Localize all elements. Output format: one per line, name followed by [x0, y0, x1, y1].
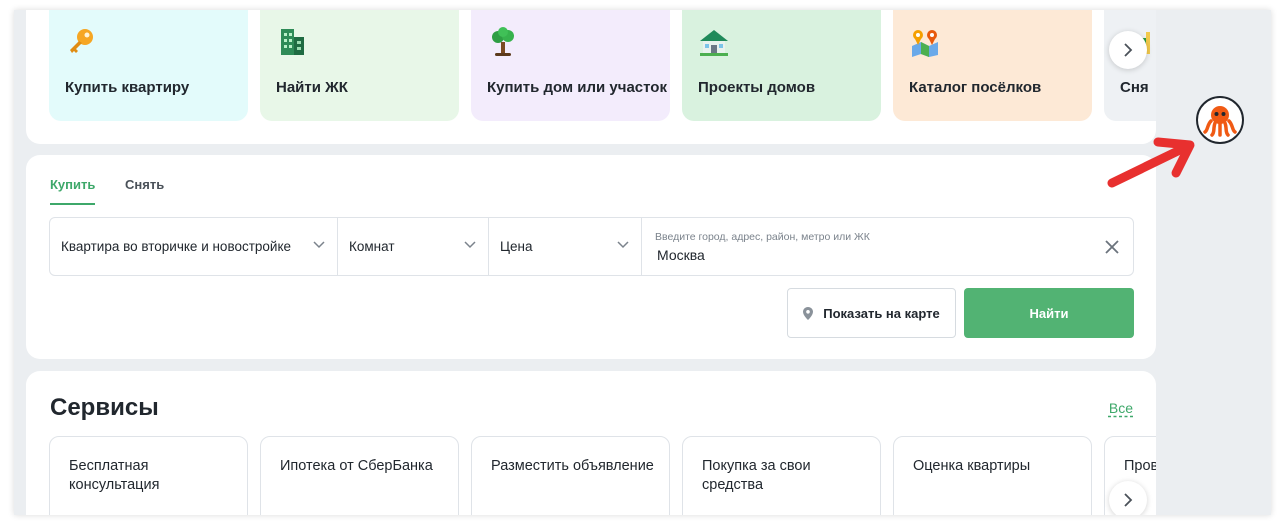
categories-carousel: Купить квартиру Найти ЖК Купить дом или … [49, 10, 1156, 144]
service-label: Оценка квартиры [913, 458, 1031, 474]
service-label: Бесплатная консультация [69, 458, 160, 493]
category-label: Проекты домов [698, 79, 816, 96]
service-label: Ипотека от СберБанка [280, 458, 433, 474]
map-pin-icon [803, 306, 814, 320]
chevron-down-icon [464, 241, 476, 249]
service-card[interactable]: Разместить объявление [471, 436, 670, 515]
property-type-select[interactable]: Квартира во вторичке и новостройке [50, 218, 338, 275]
service-label: Разместить объявление [491, 458, 654, 474]
show-on-map-label: Показать на карте [823, 305, 940, 321]
browser-viewport: Купить квартиру Найти ЖК Купить дом или … [14, 10, 1271, 515]
categories-card: Купить квартиру Найти ЖК Купить дом или … [26, 10, 1156, 144]
key-icon [70, 29, 93, 53]
category-label: Найти ЖК [276, 79, 348, 96]
tab-rent[interactable]: Снять [125, 177, 164, 192]
close-icon[interactable] [1104, 239, 1120, 255]
category-label: Купить дом или участок [487, 79, 667, 96]
location-input[interactable]: Введите город, адрес, район, метро или Ж… [642, 218, 1133, 275]
map-pins-icon [912, 30, 938, 57]
category-buy-house[interactable]: Купить дом или участок [471, 10, 670, 121]
category-buy-apartment[interactable]: Купить квартиру [49, 10, 248, 121]
category-label: Сня [1120, 79, 1149, 96]
service-card[interactable]: Бесплатная консультация [49, 436, 248, 515]
search-filters: Квартира во вторичке и новостройке Комна… [49, 217, 1134, 276]
main-column: Купить квартиру Найти ЖК Купить дом или … [14, 10, 1157, 515]
rooms-value: Комнат [349, 239, 395, 254]
show-on-map-button[interactable]: Показать на карте [787, 288, 956, 338]
chevron-down-icon [313, 241, 325, 249]
building-icon [281, 29, 304, 55]
services-carousel: Бесплатная консультация Ипотека от СберБ… [49, 436, 1156, 515]
chevron-right-icon [1124, 493, 1133, 507]
chevron-down-icon [617, 241, 629, 249]
services-title: Сервисы [50, 394, 159, 421]
category-house-projects[interactable]: Проекты домов [682, 10, 881, 121]
location-placeholder: Введите город, адрес, район, метро или Ж… [655, 231, 870, 243]
category-label: Каталог посёлков [909, 79, 1042, 96]
annotation-arrow-icon [1107, 137, 1195, 188]
price-select[interactable]: Цена [489, 218, 642, 275]
location-value: Москва [657, 247, 705, 263]
category-label: Купить квартиру [65, 79, 190, 96]
services-all-link[interactable]: Все [1109, 400, 1133, 416]
octopus-icon [1203, 106, 1237, 137]
category-villages-catalog[interactable]: Каталог посёлков [893, 10, 1092, 121]
price-value: Цена [500, 239, 533, 254]
service-label: Покупка за свои средства [702, 458, 811, 493]
tab-buy[interactable]: Купить [50, 177, 96, 205]
rooms-select[interactable]: Комнат [338, 218, 489, 275]
category-find-complex[interactable]: Найти ЖК [260, 10, 459, 121]
service-card[interactable]: Оценка квартиры [893, 436, 1092, 515]
house-icon [700, 30, 728, 56]
property-type-value: Квартира во вторичке и новостройке [61, 239, 292, 254]
find-button[interactable]: Найти [964, 288, 1134, 338]
chevron-right-icon [1124, 43, 1133, 57]
service-label: Провер юрист [1124, 458, 1156, 474]
services-card: Сервисы Все Бесплатная консультация Ипот… [26, 371, 1156, 515]
service-card[interactable]: Покупка за свои средства [682, 436, 881, 515]
search-card: Купить Снять Квартира во вторичке и ново… [26, 155, 1156, 359]
service-card[interactable]: Ипотека от СберБанка [260, 436, 459, 515]
categories-next-button[interactable] [1109, 31, 1147, 69]
tree-icon [492, 27, 514, 56]
assistant-octopus-button[interactable] [1196, 96, 1244, 144]
services-next-button[interactable] [1109, 481, 1147, 515]
